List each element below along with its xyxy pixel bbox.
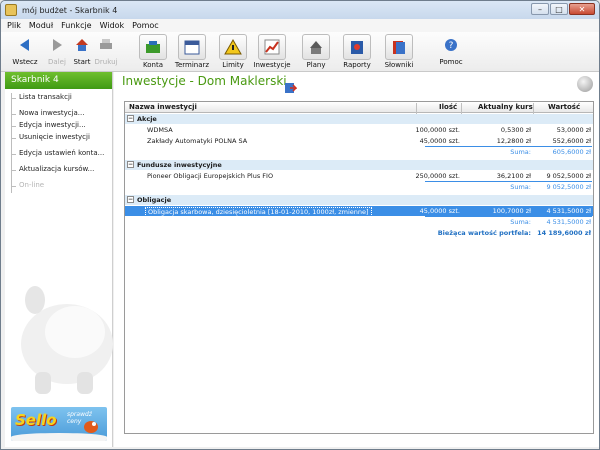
table-row[interactable]: WDMSA 100,0000 szt. 0,5300 zł 53,0000 zł	[125, 125, 593, 135]
menu-funkcje[interactable]: Funkcje	[61, 21, 91, 30]
table-row[interactable]: Pioneer Obligacji Europejskich Plus FIO …	[125, 171, 593, 181]
sidebar-item-edycja-inwestycji[interactable]: Edycja inwestycji...	[5, 121, 112, 133]
terminarz-button[interactable]: Terminarz	[174, 34, 210, 69]
menu-modul[interactable]: Moduł	[29, 21, 53, 30]
collapse-icon[interactable]: −	[127, 161, 134, 168]
app-icon	[5, 4, 17, 16]
pomoc-button[interactable]: ? Pomoc	[433, 34, 469, 66]
piggy-bank-illustration	[21, 286, 113, 394]
back-button[interactable]: Wstecz	[7, 34, 43, 66]
warning-icon	[224, 38, 242, 55]
group-sum-row: Suma: 605,6000 zł	[510, 148, 591, 156]
group-row-fundusze[interactable]: − Fundusze inwestycyjne	[125, 160, 593, 170]
sidebar-item-aktualizacja-kursow[interactable]: Aktualizacja kursów...	[5, 165, 112, 177]
main-content: Inwestycje - Dom Maklerski Nazwa inwesty…	[114, 72, 599, 447]
close-button[interactable]: ✕	[569, 3, 595, 15]
plany-button[interactable]: Plany	[298, 34, 334, 69]
group-sum-row: Suma: 9 052,5000 zł	[510, 183, 591, 191]
print-button[interactable]: Drukuj	[88, 34, 124, 66]
minimize-button[interactable]: –	[531, 3, 549, 15]
calendar-icon	[184, 40, 200, 55]
column-header-rate[interactable]: Aktualny kurs	[478, 103, 533, 111]
printer-icon	[100, 39, 112, 49]
options-icon[interactable]	[577, 76, 593, 92]
table-row[interactable]: Zakłady Automatyki POLNA SA 45,0000 szt.…	[125, 136, 593, 146]
bird-mascot-icon	[84, 421, 98, 433]
group-row-obligacje[interactable]: − Obligacje	[125, 195, 593, 205]
collapse-icon[interactable]: −	[127, 115, 134, 122]
sidebar: Skarbnik 4 Lista transakcji Nowa inwesty…	[5, 72, 113, 447]
app-window: mój budżet - Skarbnik 4 – □ ✕ Plik Moduł…	[0, 0, 600, 450]
investment-chart-icon	[264, 39, 280, 55]
raporty-button[interactable]: Raporty	[339, 34, 375, 69]
sello-ad-banner[interactable]: Sello sprawdź ceny	[11, 407, 107, 441]
maximize-button[interactable]: □	[550, 3, 568, 15]
limity-button[interactable]: Limity	[215, 34, 251, 69]
accounts-icon	[146, 41, 160, 53]
group-row-akcje[interactable]: − Akcje	[125, 114, 593, 124]
menu-plik[interactable]: Plik	[7, 21, 21, 30]
collapse-icon[interactable]: −	[127, 196, 134, 203]
table-header: Nazwa inwestycji Ilość Aktualny kurs War…	[125, 102, 593, 114]
window-title: mój budżet - Skarbnik 4	[22, 5, 118, 15]
column-header-name[interactable]: Nazwa inwestycji	[129, 103, 197, 111]
sidebar-item-lista-transakcji[interactable]: Lista transakcji	[5, 93, 112, 105]
plans-icon	[310, 41, 322, 54]
column-header-qty[interactable]: Ilość	[439, 103, 457, 111]
toolbar: Wstecz Dalej Start Drukuj Konta Terminar…	[1, 32, 599, 72]
menu-widok[interactable]: Widok	[100, 21, 125, 30]
export-icon[interactable]	[284, 82, 297, 94]
svg-text:?: ?	[449, 41, 454, 51]
sidebar-item-online[interactable]: On-line	[5, 181, 112, 193]
table-row-selected[interactable]: Obligacja skarbowa, dziesięcioletnia [18…	[125, 206, 593, 217]
title-bar: mój budżet - Skarbnik 4 – □ ✕	[1, 1, 599, 19]
reports-icon	[351, 41, 363, 54]
column-header-value[interactable]: Wartość	[548, 103, 580, 111]
sidebar-item-usuniecie-inwestycji[interactable]: Usunięcie inwestycji	[5, 133, 112, 145]
slowniki-button[interactable]: Słowniki	[381, 34, 417, 69]
sidebar-brand: Skarbnik 4	[5, 72, 112, 89]
konta-button[interactable]: Konta	[135, 34, 171, 69]
help-icon: ?	[445, 39, 457, 51]
portfolio-total-row: Bieżąca wartość portfela: 14 189,6000 zł	[125, 228, 593, 238]
menu-bar: Plik Moduł Funkcje Widok Pomoc	[1, 19, 599, 32]
page-title: Inwestycje - Dom Maklerski	[122, 74, 287, 88]
portfolio-total-value: 14 189,6000 zł	[537, 229, 591, 237]
sello-logo-text: Sello	[15, 411, 57, 429]
investments-table: Nazwa inwestycji Ilość Aktualny kurs War…	[124, 101, 594, 434]
sidebar-item-edycja-ustawien-konta[interactable]: Edycja ustawień konta...	[5, 149, 112, 161]
menu-pomoc[interactable]: Pomoc	[132, 21, 159, 30]
group-sum-row: Suma: 4 531,5000 zł	[510, 218, 591, 226]
portfolio-total-label: Bieżąca wartość portfela:	[437, 229, 531, 237]
back-arrow-icon	[20, 39, 29, 51]
inwestycje-button[interactable]: Inwestycje	[253, 34, 291, 69]
dictionary-icon	[393, 41, 405, 54]
sidebar-item-nowa-inwestycja[interactable]: Nowa inwestycja...	[5, 109, 112, 121]
forward-arrow-icon	[53, 39, 62, 51]
